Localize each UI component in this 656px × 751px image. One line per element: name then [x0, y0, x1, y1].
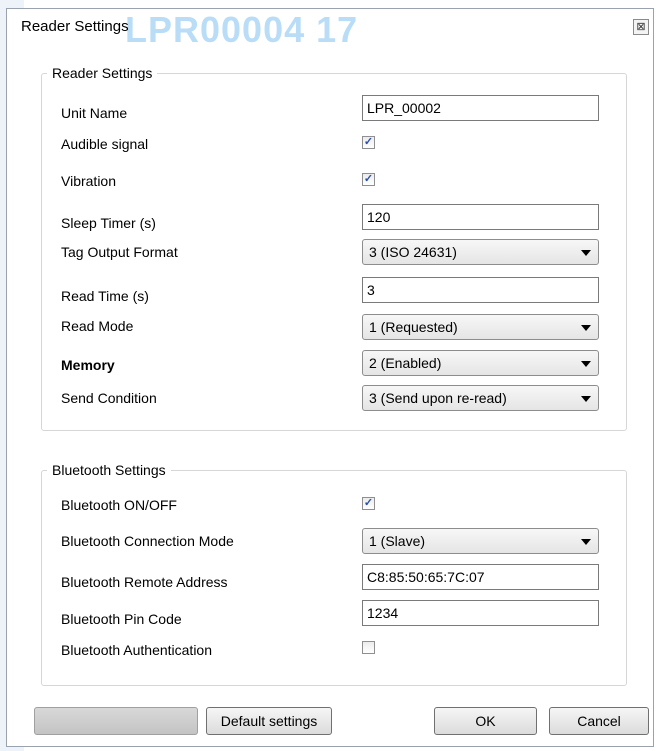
vibration-checkbox[interactable]: ✓: [362, 173, 375, 186]
background-ghost-text: LPR00004 17: [125, 9, 359, 50]
memory-value: 2 (Enabled): [369, 355, 442, 371]
bluetooth-on-off-checkbox[interactable]: ✓: [362, 497, 375, 510]
read-mode-value: 1 (Requested): [369, 319, 458, 335]
read-time-input[interactable]: 3: [362, 277, 599, 303]
window-title: Reader Settings: [21, 18, 129, 35]
read-mode-label: Read Mode: [61, 318, 134, 334]
sleep-timer-input[interactable]: 120: [362, 204, 599, 230]
send-condition-select[interactable]: 3 (Send upon re-read): [362, 385, 599, 411]
unit-name-input[interactable]: LPR_00002: [362, 95, 599, 121]
chevron-down-icon: [581, 250, 591, 256]
tag-output-format-value: 3 (ISO 24631): [369, 244, 457, 260]
bluetooth-remote-address-label: Bluetooth Remote Address: [61, 574, 228, 590]
bluetooth-remote-address-input[interactable]: C8:85:50:65:7C:07: [362, 564, 599, 590]
bluetooth-settings-legend: Bluetooth Settings: [47, 462, 171, 478]
ok-button[interactable]: OK: [434, 707, 537, 735]
read-time-label: Read Time (s): [61, 288, 149, 304]
audible-signal-label: Audible signal: [61, 136, 149, 152]
chevron-down-icon: [581, 539, 591, 545]
chevron-down-icon: [581, 361, 591, 367]
send-condition-label: Send Condition: [61, 390, 157, 406]
tag-output-format-select[interactable]: 3 (ISO 24631): [362, 239, 599, 265]
chevron-down-icon: [581, 325, 591, 331]
close-icon[interactable]: ⊠: [633, 19, 649, 35]
bluetooth-authentication-label: Bluetooth Authentication: [61, 642, 213, 658]
unit-name-label: Unit Name: [61, 105, 128, 121]
blank-button[interactable]: [34, 707, 198, 735]
cancel-button[interactable]: Cancel: [549, 707, 649, 735]
bluetooth-pin-code-input[interactable]: 1234: [362, 600, 599, 626]
sleep-timer-label: Sleep Timer (s): [61, 215, 156, 231]
send-condition-value: 3 (Send upon re-read): [369, 390, 507, 406]
memory-label: Memory: [61, 357, 115, 373]
reader-settings-legend: Reader Settings: [47, 65, 158, 81]
vibration-label: Vibration: [61, 173, 117, 189]
tag-output-format-label: Tag Output Format: [61, 244, 178, 260]
bluetooth-connection-mode-select[interactable]: 1 (Slave): [362, 528, 599, 554]
read-mode-select[interactable]: 1 (Requested): [362, 314, 599, 340]
reader-settings-dialog: LPR00004 17 Reader Settings ⊠ Reader Set…: [6, 8, 654, 747]
bluetooth-on-off-label: Bluetooth ON/OFF: [61, 497, 177, 513]
chevron-down-icon: [581, 396, 591, 402]
bluetooth-connection-mode-label: Bluetooth Connection Mode: [61, 533, 234, 549]
title-bar[interactable]: LPR00004 17 Reader Settings ⊠: [7, 9, 653, 50]
default-settings-button[interactable]: Default settings: [206, 707, 332, 735]
audible-signal-checkbox[interactable]: ✓: [362, 136, 375, 149]
bluetooth-authentication-checkbox[interactable]: [362, 641, 375, 654]
bluetooth-pin-code-label: Bluetooth Pin Code: [61, 611, 182, 627]
bluetooth-connection-mode-value: 1 (Slave): [369, 533, 426, 549]
memory-select[interactable]: 2 (Enabled): [362, 350, 599, 376]
